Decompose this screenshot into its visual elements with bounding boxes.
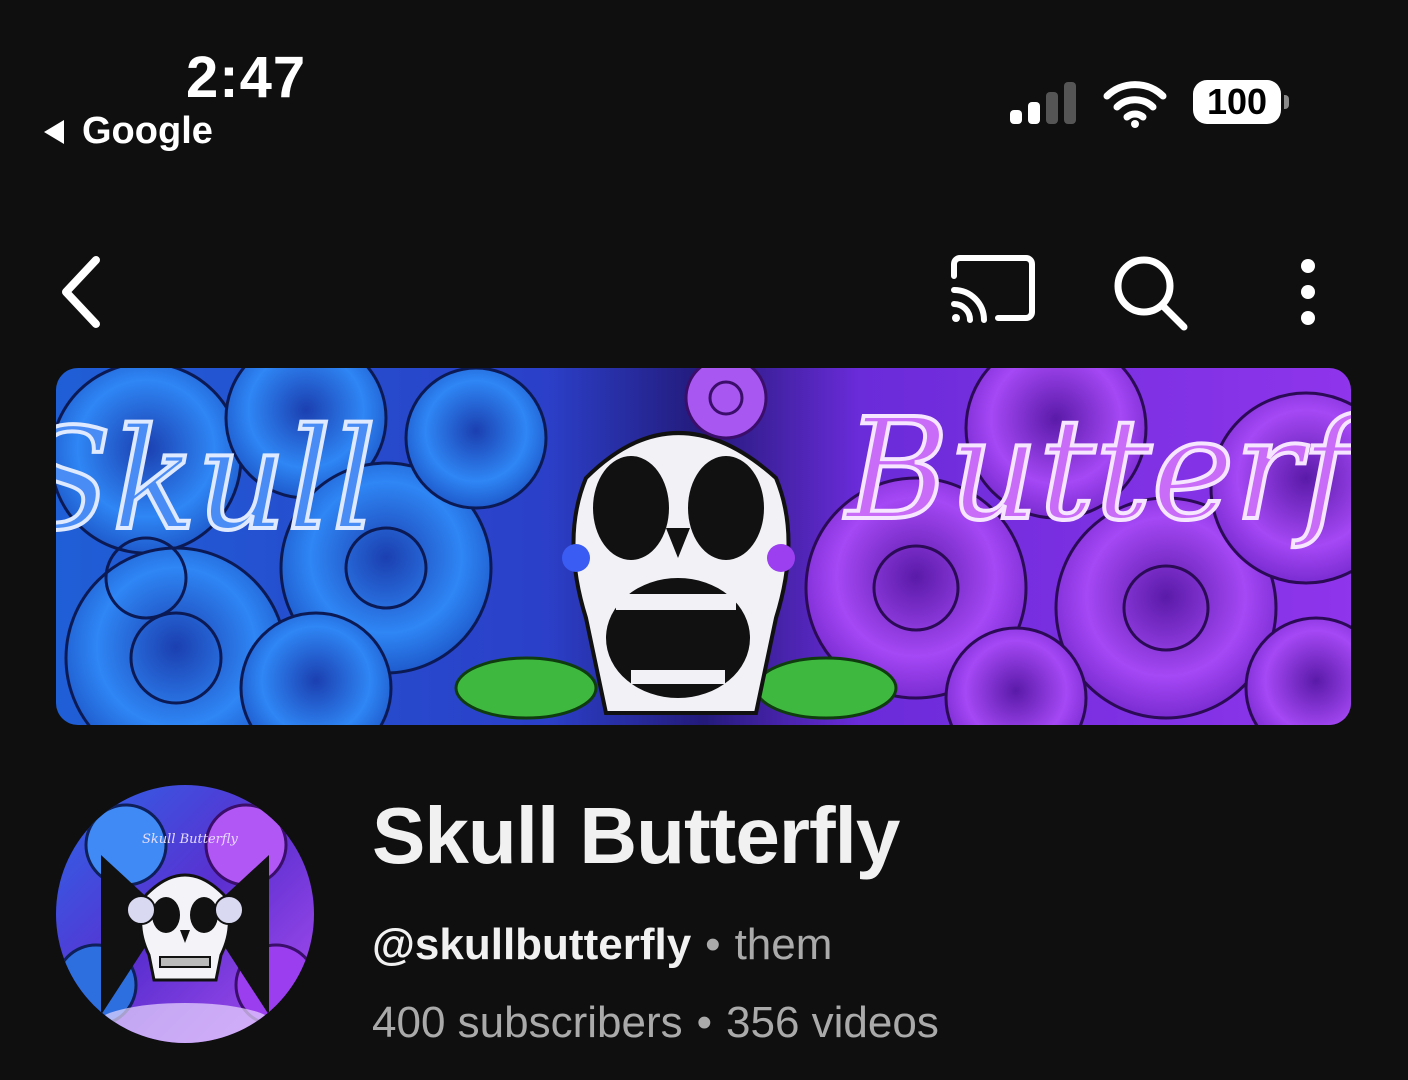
channel-stats-row: 400 subscribers • 356 videos (372, 998, 939, 1048)
separator-dot: • (705, 920, 721, 969)
battery-level: 100 (1193, 80, 1281, 124)
app-bar (0, 230, 1408, 350)
status-bar: 2:47 Google 100 (0, 0, 1408, 170)
separator-dot: • (696, 998, 713, 1047)
banner-left-text: Skull (56, 399, 376, 562)
banner-right-text: Butterfly (843, 389, 1351, 552)
video-count: 356 videos (726, 998, 939, 1047)
cellular-signal-icon (1010, 82, 1076, 124)
wifi-icon (1103, 81, 1167, 128)
back-to-app-link[interactable]: Google (44, 110, 213, 153)
status-time: 2:47 (186, 45, 307, 110)
more-vertical-icon[interactable] (1282, 252, 1334, 332)
chevron-left-icon[interactable] (52, 252, 122, 332)
channel-handle[interactable]: @skullbutterfly (372, 920, 691, 969)
channel-banner: Skull Butterfly (56, 368, 1351, 725)
subscriber-count: 400 subscribers (372, 998, 683, 1047)
battery-nub (1284, 95, 1289, 109)
back-triangle-icon (44, 119, 64, 144)
avatar-script-text: Skull Butterfly (142, 832, 239, 847)
back-to-app-label: Google (82, 110, 213, 152)
channel-avatar[interactable]: Skull Butterfly (56, 785, 314, 1043)
cast-icon[interactable] (948, 254, 1038, 328)
search-icon[interactable] (1108, 252, 1192, 332)
channel-pronouns: them (734, 920, 833, 969)
channel-handle-row: @skullbutterfly • them (372, 920, 832, 970)
channel-name: Skull Butterfly (372, 791, 900, 880)
battery-indicator: 100 (1193, 80, 1293, 128)
